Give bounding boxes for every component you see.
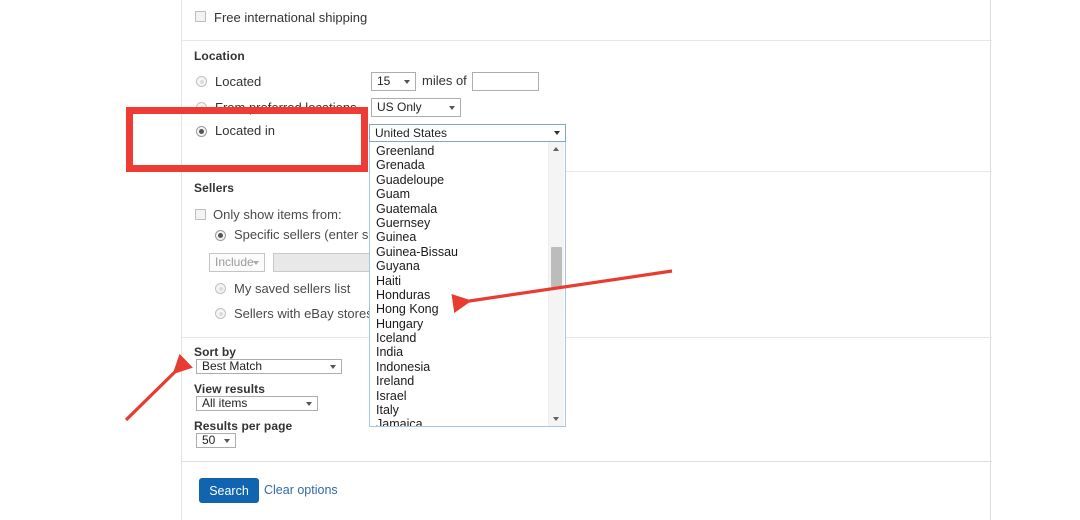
scrollbar-thumb[interactable] [551, 247, 562, 287]
chevron-down-icon [404, 80, 410, 84]
dropdown-scrollbar[interactable] [548, 142, 564, 426]
distance-select[interactable]: 15 [371, 72, 416, 91]
country-option[interactable]: Iceland [370, 331, 565, 345]
only-show-items-from-checkbox[interactable] [195, 209, 206, 220]
sort-by-label: Sort by [194, 345, 236, 359]
divider [182, 40, 992, 41]
country-option[interactable]: Israel [370, 389, 565, 403]
country-option[interactable]: Jamaica [370, 417, 565, 427]
search-button[interactable]: Search [199, 478, 259, 503]
preferred-locations-value: US Only [377, 100, 422, 114]
include-exclude-value: Include [215, 255, 254, 269]
zip-code-input[interactable] [472, 72, 539, 91]
clear-options-link[interactable]: Clear options [264, 483, 338, 497]
divider [182, 337, 992, 338]
country-option[interactable]: Haiti [370, 274, 565, 288]
page-root: Free international shipping Location Loc… [0, 0, 1080, 520]
country-dropdown-list[interactable]: GreenlandGrenadaGuadeloupeGuamGuatemalaG… [369, 142, 566, 427]
search-options-panel: Free international shipping Location Loc… [181, 0, 991, 520]
preferred-locations-select[interactable]: US Only [371, 98, 461, 117]
country-option[interactable]: Grenada [370, 158, 565, 172]
country-option[interactable]: Ireland [370, 374, 565, 388]
free-international-shipping-label: Free international shipping [214, 10, 367, 25]
country-option[interactable]: Guadeloupe [370, 173, 565, 187]
country-select[interactable]: United States [369, 124, 566, 142]
country-option[interactable]: Italy [370, 403, 565, 417]
miles-of-label: miles of [422, 73, 467, 88]
radio-located-label: Located [215, 74, 261, 89]
country-option[interactable]: Guernsey [370, 216, 565, 230]
distance-select-value: 15 [377, 74, 390, 88]
annotation-arrow-to-sort-by [126, 363, 184, 420]
scroll-up-arrow-icon[interactable] [549, 142, 564, 156]
country-option[interactable]: Honduras [370, 288, 565, 302]
scroll-down-arrow-icon[interactable] [549, 412, 564, 426]
country-option[interactable]: Greenland [370, 144, 565, 158]
chevron-down-icon [253, 261, 259, 265]
include-exclude-select[interactable]: Include [209, 253, 265, 272]
radio-specific-sellers[interactable] [215, 230, 226, 241]
divider [182, 461, 992, 462]
radio-from-preferred-locations-label: From preferred locations [215, 100, 357, 115]
country-option[interactable]: Hong Kong [370, 302, 565, 316]
location-section-title: Location [194, 49, 245, 63]
view-results-select[interactable]: All items [196, 396, 318, 411]
country-option[interactable]: Guyana [370, 259, 565, 273]
country-option[interactable]: Guinea [370, 230, 565, 244]
chevron-down-icon [330, 365, 336, 369]
chevron-down-icon [554, 131, 560, 135]
view-results-value: All items [202, 396, 247, 410]
chevron-down-icon [449, 106, 455, 110]
view-results-label: View results [194, 382, 265, 396]
country-option[interactable]: Hungary [370, 317, 565, 331]
radio-from-preferred-locations[interactable] [196, 102, 207, 113]
country-option[interactable]: Guinea-Bissau [370, 245, 565, 259]
radio-my-saved-sellers-list-label: My saved sellers list [234, 281, 350, 296]
country-select-value: United States [375, 126, 447, 140]
results-per-page-select[interactable]: 50 [196, 433, 236, 448]
results-per-page-label: Results per page [194, 419, 292, 433]
sellers-section-title: Sellers [194, 181, 234, 195]
country-option[interactable]: India [370, 345, 565, 359]
country-option[interactable]: Guatemala [370, 202, 565, 216]
divider [182, 171, 992, 172]
chevron-down-icon [224, 439, 230, 443]
country-option[interactable]: Guam [370, 187, 565, 201]
sort-by-select[interactable]: Best Match [196, 359, 342, 374]
radio-located-in-label: Located in [215, 123, 275, 138]
sort-by-value: Best Match [202, 359, 262, 373]
radio-located[interactable] [196, 76, 207, 87]
only-show-items-from-label: Only show items from: [213, 207, 342, 222]
results-per-page-value: 50 [202, 433, 215, 447]
radio-sellers-with-ebay-stores-label: Sellers with eBay stores [234, 306, 373, 321]
radio-located-in[interactable] [196, 126, 207, 137]
chevron-down-icon [306, 402, 312, 406]
radio-sellers-with-ebay-stores[interactable] [215, 308, 226, 319]
radio-my-saved-sellers-list[interactable] [215, 283, 226, 294]
free-international-shipping-checkbox[interactable] [195, 11, 206, 22]
country-option[interactable]: Indonesia [370, 360, 565, 374]
